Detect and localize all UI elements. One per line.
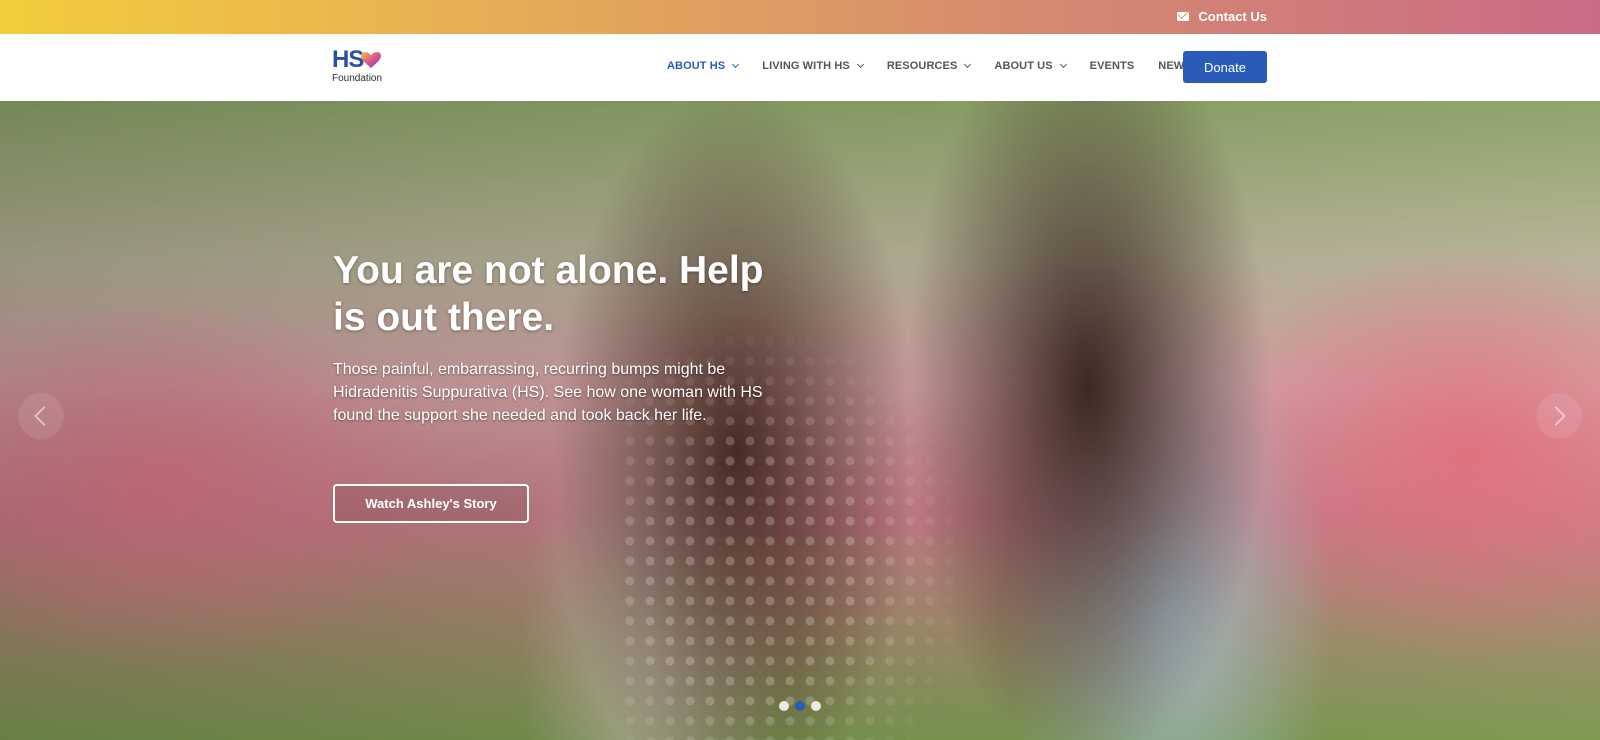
chevron-down-icon	[964, 60, 972, 69]
site-header: HS Foundation ABOUT HS LIVING WITH HS RE…	[0, 34, 1600, 101]
nav-item-label: ABOUT US	[994, 60, 1053, 72]
hero-description: Those painful, embarrassing, recurring b…	[333, 361, 763, 424]
nav-item-label: RESOURCES	[886, 60, 958, 72]
watch-story-button[interactable]: Watch Ashley's Story	[333, 484, 529, 523]
chevron-right-icon	[1546, 406, 1566, 426]
chevron-down-icon	[732, 60, 740, 69]
contact-us-link[interactable]: Contact Us	[1177, 9, 1267, 24]
chevron-left-icon	[34, 406, 54, 426]
mail-icon	[1177, 12, 1190, 21]
contact-us-label: Contact Us	[1198, 9, 1267, 24]
slider-next-button[interactable]	[1536, 393, 1582, 439]
nav-item-label: LIVING WITH HS	[762, 60, 850, 72]
nav-item-label: EVENTS	[1089, 60, 1135, 72]
slider-dot-3[interactable]	[811, 701, 821, 711]
logo-subtext: Foundation	[332, 73, 383, 84]
nav-item-resources[interactable]: RESOURCES	[886, 60, 972, 72]
slider-dot-2[interactable]	[795, 701, 805, 711]
hs-foundation-logo[interactable]: HS Foundation	[332, 48, 392, 88]
chevron-down-icon	[856, 60, 864, 69]
heart-icon	[361, 52, 381, 68]
main-nav: ABOUT HS LIVING WITH HS RESOURCES ABOUT …	[667, 60, 1216, 72]
nav-item-about-us[interactable]: ABOUT US	[994, 60, 1067, 72]
nav-item-events[interactable]: EVENTS	[1090, 60, 1135, 72]
hero-title: You are not alone. Help is out there.	[333, 249, 764, 339]
donate-button[interactable]: Donate	[1183, 51, 1267, 83]
nav-item-living-with-hs[interactable]: LIVING WITH HS	[762, 60, 864, 72]
slider-dots	[779, 701, 821, 711]
slider-dot-1[interactable]	[779, 701, 789, 711]
logo-text: HS	[332, 46, 364, 73]
slider-prev-button[interactable]	[18, 393, 64, 439]
top-bar: Contact Us	[0, 0, 1600, 34]
nav-item-label: ABOUT HS	[667, 60, 726, 72]
hero-slider: You are not alone. Help is out there. Th…	[0, 101, 1600, 740]
nav-item-about-hs[interactable]: ABOUT HS	[667, 60, 740, 72]
chevron-down-icon	[1059, 60, 1067, 69]
